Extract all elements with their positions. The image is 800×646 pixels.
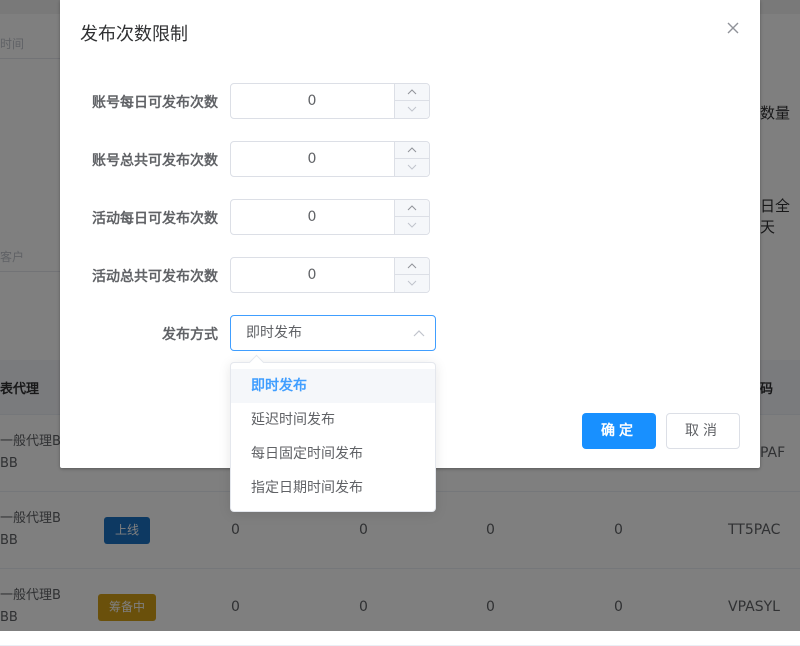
dropdown-option-specific-date[interactable]: 指定日期时间发布 [231, 471, 435, 505]
cancel-button[interactable]: 取消 [666, 413, 740, 449]
account-daily-label: 账号每日可发布次数 [92, 95, 218, 111]
chevron-down-icon[interactable] [395, 275, 429, 292]
chevron-down-icon[interactable] [395, 159, 429, 176]
chevron-down-icon[interactable] [395, 101, 429, 118]
close-icon[interactable] [724, 21, 742, 39]
dropdown-option-delayed[interactable]: 延迟时间发布 [231, 403, 435, 437]
chevron-up-icon[interactable] [395, 200, 429, 217]
account-total-stepper[interactable]: 0 [230, 141, 430, 177]
stepper-arrows [394, 200, 429, 234]
activity-daily-stepper[interactable]: 0 [230, 199, 430, 235]
publish-mode-select[interactable]: 即时发布 [230, 315, 436, 351]
account-total-value[interactable]: 0 [231, 142, 393, 176]
dropdown-option-daily-fixed[interactable]: 每日固定时间发布 [231, 437, 435, 471]
activity-total-stepper[interactable]: 0 [230, 257, 430, 293]
account-total-label: 账号总共可发布次数 [92, 153, 218, 169]
account-daily-value[interactable]: 0 [231, 84, 393, 118]
activity-daily-label: 活动每日可发布次数 [92, 211, 218, 227]
stepper-arrows [394, 142, 429, 176]
publish-mode-dropdown: 即时发布 延迟时间发布 每日固定时间发布 指定日期时间发布 [230, 354, 436, 512]
stepper-arrows [394, 84, 429, 118]
chevron-up-icon[interactable] [395, 142, 429, 159]
dialog-title: 发布次数限制 [80, 24, 188, 45]
chevron-down-icon[interactable] [395, 217, 429, 234]
chevron-up-icon [413, 316, 425, 350]
chevron-up-icon[interactable] [395, 84, 429, 101]
activity-total-label: 活动总共可发布次数 [92, 269, 218, 285]
publish-mode-selected: 即时发布 [246, 325, 302, 341]
stepper-arrows [394, 258, 429, 292]
confirm-button[interactable]: 确定 [582, 413, 656, 449]
publish-mode-label: 发布方式 [162, 327, 218, 343]
activity-daily-value[interactable]: 0 [231, 200, 393, 234]
dropdown-option-instant[interactable]: 即时发布 [231, 369, 435, 403]
activity-total-value[interactable]: 0 [231, 258, 393, 292]
chevron-up-icon[interactable] [395, 258, 429, 275]
account-daily-stepper[interactable]: 0 [230, 83, 430, 119]
